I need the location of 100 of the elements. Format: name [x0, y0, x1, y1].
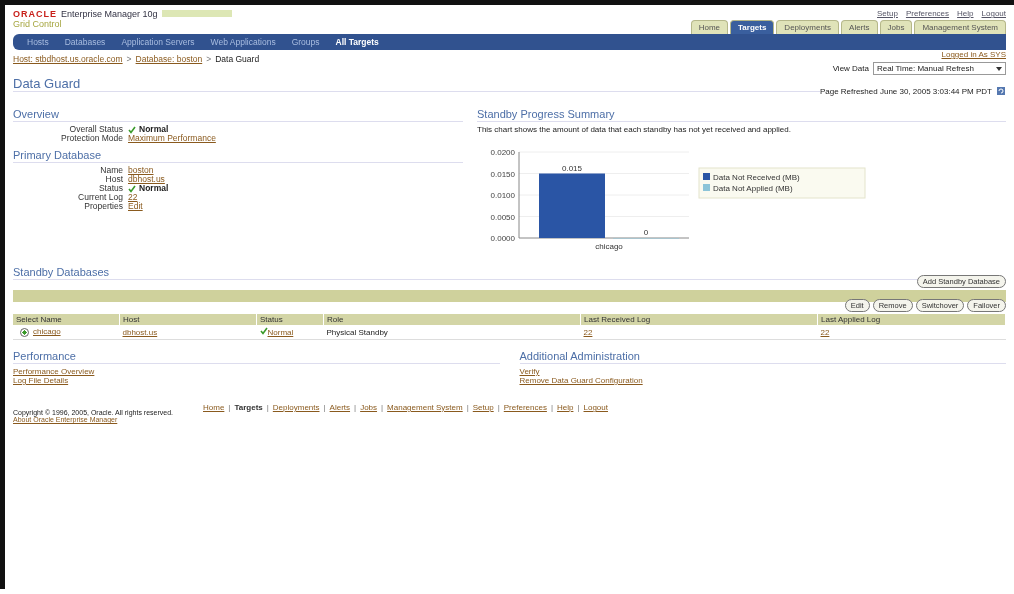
footer-separator: | [323, 403, 326, 412]
check-icon [128, 184, 136, 193]
footer-separator: | [354, 403, 357, 412]
legend-label: Data Not Applied (MB) [713, 183, 793, 193]
axis-tick-label: 0.0200 [490, 148, 515, 157]
footer-separator: | [577, 403, 580, 412]
footer-separator: | [381, 403, 384, 412]
global-link[interactable]: Help [957, 9, 974, 18]
sub-tab[interactable]: Hosts [27, 37, 49, 47]
breadcrumb-separator: > [206, 54, 212, 64]
field-link[interactable]: boston [128, 166, 154, 175]
breadcrumb-link[interactable]: Database: boston [135, 54, 203, 64]
footer-separator: | [228, 403, 231, 412]
bar-value-label: 0 [643, 228, 649, 237]
sub-tab[interactable]: Web Applications [210, 37, 276, 47]
breadcrumb-link[interactable]: Host: stbdhost.us.oracle.com [13, 54, 123, 64]
table-link[interactable]: 22 [583, 327, 593, 337]
footer-separator: | [466, 403, 469, 412]
field-label: Protection Mode [60, 134, 123, 143]
footer-link[interactable]: Logout [583, 403, 608, 412]
tab[interactable]: Deployments [776, 20, 840, 34]
page-title: Data Guard [13, 76, 820, 92]
axis-tick-label: 0.0150 [490, 169, 515, 179]
footer-link[interactable]: Management System [387, 403, 463, 412]
legend-label: Data Not Received (MB) [713, 172, 800, 182]
caret-icon [996, 66, 1002, 71]
global-link[interactable]: Preferences [905, 9, 950, 18]
column-header: Select Name [13, 314, 120, 325]
column-header: Last Received Log [580, 314, 818, 325]
radio-button[interactable] [20, 327, 29, 337]
breadcrumb-separator: > [126, 54, 132, 64]
version-badge [161, 10, 232, 17]
field-link[interactable]: Edit [128, 202, 143, 211]
table-link[interactable]: chicago [33, 327, 61, 337]
footer-link[interactable]: Preferences [503, 403, 547, 412]
field-link[interactable]: dbhost.us [128, 175, 165, 184]
section-link[interactable]: Log File Details [13, 376, 500, 385]
sub-tab[interactable]: Databases [64, 37, 106, 47]
status-text: Normal [139, 125, 169, 134]
table-link[interactable]: Normal [267, 328, 294, 337]
chart-description: This chart shows the amount of data that each standby has not yet received and applied. [477, 125, 792, 134]
footer-link[interactable]: Jobs [360, 403, 378, 412]
global-link[interactable]: Setup [877, 9, 898, 18]
field-label: Name [99, 166, 123, 175]
product-name: Enterprise Manager 10g [61, 9, 158, 19]
section-title: Additional Administration [519, 350, 1006, 364]
footer-link[interactable]: Targets [234, 403, 263, 412]
section-title: Performance [13, 350, 500, 364]
footer-link[interactable]: Setup [472, 403, 494, 412]
field-label: Status [97, 184, 123, 193]
check-icon [128, 125, 136, 134]
footer-link[interactable]: Help [557, 403, 574, 412]
column-header: Role [323, 314, 581, 325]
refresh-timestamp: Page Refreshed June 30, 2005 3:03:44 PM PDT [819, 86, 992, 96]
field-link[interactable]: Maximum Performance [128, 134, 216, 143]
breadcrumb-current: Data Guard [215, 54, 260, 64]
axis-tick-label: 0.0100 [490, 191, 515, 200]
view-data-select[interactable]: Real Time: Manual Refresh [873, 62, 1006, 75]
bar-value-label: 0.015 [562, 163, 582, 173]
column-header: Status [256, 314, 324, 325]
view-data-label: View Data [832, 64, 869, 73]
table-link[interactable]: dbhost.us [122, 327, 158, 337]
tab[interactable]: Management System [914, 20, 1006, 34]
footer-separator: | [266, 403, 269, 412]
section-link[interactable]: Performance Overview [13, 367, 500, 376]
tab[interactable]: Home [690, 20, 729, 34]
axis-tick-label: 0.0050 [490, 212, 515, 222]
check-icon [259, 327, 268, 335]
field-label: Host [104, 175, 123, 184]
footer-link[interactable]: Alerts [329, 403, 351, 412]
footer-link[interactable]: Home [203, 403, 225, 412]
sub-tab[interactable]: All Targets [335, 37, 379, 47]
footer-link[interactable]: Deployments [272, 403, 320, 412]
global-link[interactable]: Logout [981, 9, 1006, 18]
sub-tab[interactable]: Groups [291, 37, 320, 47]
section-title: Primary Database [13, 149, 463, 163]
product-subtitle: Grid Control [13, 19, 63, 29]
column-header: Last Applied Log [817, 314, 1006, 325]
section-title: Standby Progress Summary [477, 108, 1006, 122]
login-info: Logged in As SYS [941, 50, 1006, 59]
tab[interactable]: Jobs [879, 20, 913, 34]
section-title: Overview [13, 108, 463, 122]
status-text: Normal [139, 184, 169, 193]
tab[interactable]: Alerts [841, 20, 878, 34]
footer-separator: | [497, 403, 500, 412]
field-link[interactable]: 22 [128, 193, 138, 202]
field-label: Properties [83, 202, 123, 211]
axis-tick-label: 0.0000 [490, 234, 515, 243]
column-header: Host [119, 314, 257, 325]
refresh-icon[interactable] [996, 86, 1006, 96]
table-cell: Physical Standby [323, 325, 581, 340]
section-link[interactable]: Remove Data Guard Configuration [519, 376, 1006, 385]
table-link[interactable]: 22 [820, 327, 830, 337]
sub-tab[interactable]: Application Servers [121, 37, 195, 47]
field-label: Current Log [77, 193, 123, 202]
tab[interactable]: Targets [730, 20, 775, 34]
field-label: Overall Status [68, 125, 123, 134]
section-link[interactable]: Verify [519, 367, 1006, 376]
oracle-logo: ORACLE [13, 9, 57, 19]
category-label: chicago [595, 242, 623, 251]
